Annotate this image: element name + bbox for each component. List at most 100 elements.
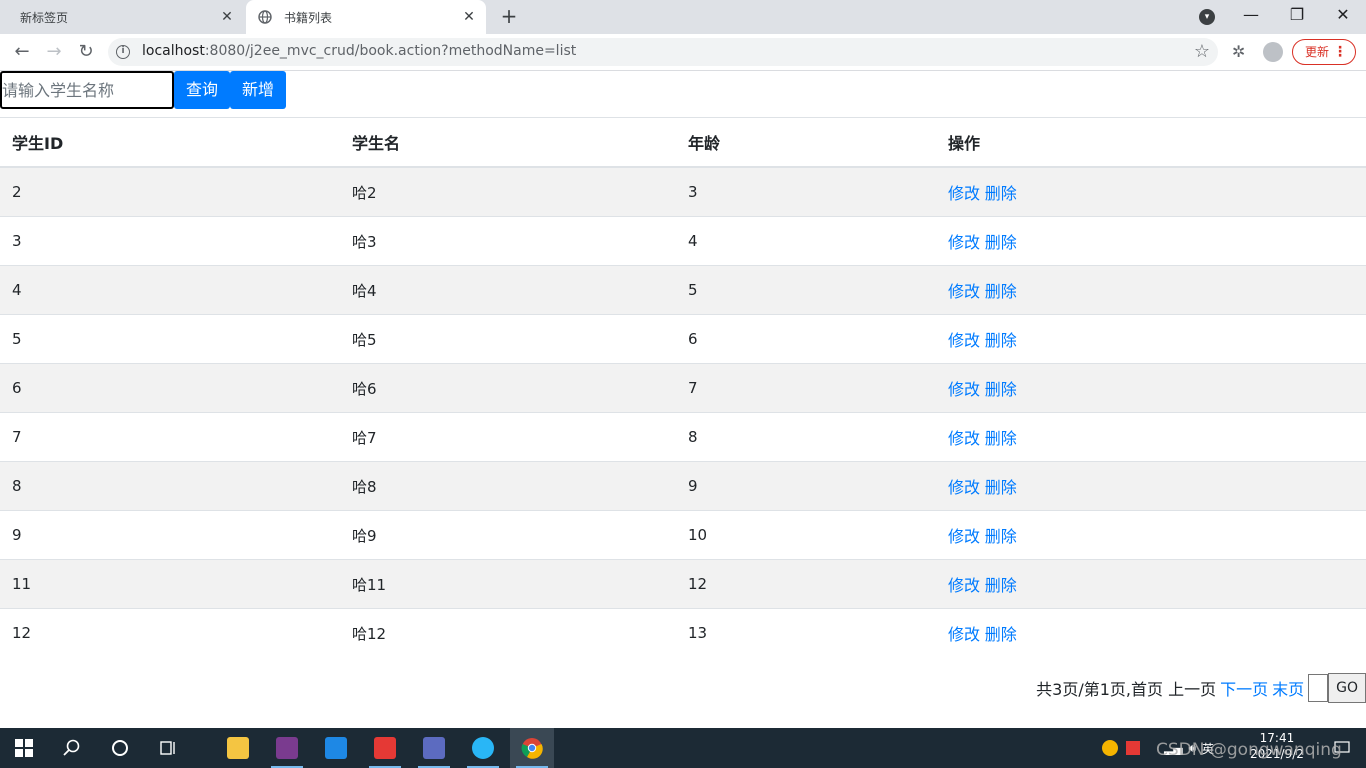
cell-actions: 修改 删除 — [936, 559, 1366, 609]
search-icon[interactable] — [50, 728, 94, 768]
file-explorer-icon[interactable] — [216, 728, 260, 768]
cell-id: 11 — [0, 559, 340, 609]
winrar-icon[interactable] — [412, 728, 456, 768]
edit-link[interactable]: 修改 — [948, 331, 980, 350]
new-tab-button[interactable]: + — [498, 6, 520, 28]
profile-avatar-icon[interactable] — [1263, 42, 1283, 62]
add-button[interactable]: 新增 — [230, 71, 287, 109]
cell-actions: 修改 删除 — [936, 265, 1366, 315]
chrome-icon[interactable] — [510, 728, 554, 768]
delete-link[interactable]: 删除 — [985, 233, 1017, 252]
cell-age: 9 — [676, 461, 936, 511]
cell-age: 8 — [676, 412, 936, 462]
edit-link[interactable]: 修改 — [948, 233, 980, 252]
back-icon[interactable]: ← — [10, 40, 34, 64]
forward-icon[interactable]: → — [42, 40, 66, 64]
cortana-icon[interactable] — [98, 728, 142, 768]
table-row: 9 哈9 10 修改 删除 — [0, 510, 1366, 560]
eclipse-icon[interactable] — [461, 728, 505, 768]
xmind-icon[interactable] — [363, 728, 407, 768]
edit-link[interactable]: 修改 — [948, 527, 980, 546]
tab-new-tab[interactable]: 新标签页 ✕ — [8, 0, 244, 34]
edit-link[interactable]: 修改 — [948, 282, 980, 301]
windows-logo-icon — [15, 739, 33, 757]
update-button[interactable]: 更新 ⋮ — [1292, 39, 1356, 65]
edit-link[interactable]: 修改 — [948, 429, 980, 448]
delete-link[interactable]: 删除 — [985, 184, 1017, 203]
delete-link[interactable]: 删除 — [985, 576, 1017, 595]
pagination-summary: 共3页/第1页,首页 上一页 — [1036, 680, 1217, 699]
close-window-icon[interactable]: ✕ — [1320, 0, 1366, 34]
address-bar[interactable]: i localhost:8080/j2ee_mvc_crud/book.acti… — [108, 38, 1218, 66]
extensions-icon[interactable]: ✲ — [1232, 42, 1245, 61]
delete-link[interactable]: 删除 — [985, 282, 1017, 301]
go-button[interactable]: GO — [1328, 673, 1366, 703]
cell-name: 哈2 — [340, 166, 676, 217]
tab-search-icon[interactable]: ▾ — [1199, 9, 1215, 25]
table-row: 12 哈12 13 修改 删除 — [0, 608, 1366, 657]
cell-id: 5 — [0, 314, 340, 364]
cell-actions: 修改 删除 — [936, 461, 1366, 511]
tab-book-list[interactable]: 书籍列表 ✕ — [246, 0, 486, 34]
delete-link[interactable]: 删除 — [985, 331, 1017, 350]
url-host: localhost — [142, 43, 205, 59]
qq-icon[interactable] — [1102, 740, 1118, 756]
close-tab-icon[interactable]: ✕ — [460, 8, 478, 26]
close-tab-icon[interactable]: ✕ — [218, 8, 236, 26]
page-number-input[interactable] — [1308, 674, 1329, 702]
cell-name: 哈9 — [340, 510, 676, 560]
cell-age: 5 — [676, 265, 936, 315]
tray-app-icon[interactable] — [1126, 741, 1140, 755]
start-button[interactable] — [2, 728, 46, 768]
delete-link[interactable]: 删除 — [985, 527, 1017, 546]
edit-link[interactable]: 修改 — [948, 380, 980, 399]
cell-id: 8 — [0, 461, 340, 511]
cell-actions: 修改 删除 — [936, 510, 1366, 560]
cell-actions: 修改 删除 — [936, 314, 1366, 364]
last-page-link[interactable]: 末页 — [1272, 676, 1304, 700]
cell-name: 哈5 — [340, 314, 676, 364]
delete-link[interactable]: 删除 — [985, 478, 1017, 497]
table-row: 5 哈5 6 修改 删除 — [0, 314, 1366, 364]
delete-link[interactable]: 删除 — [985, 429, 1017, 448]
query-button[interactable]: 查询 — [174, 71, 231, 109]
table-header-row: 学生ID 学生名 年龄 操作 — [0, 117, 1366, 168]
media-player-icon[interactable] — [314, 728, 358, 768]
delete-link[interactable]: 删除 — [985, 625, 1017, 644]
cell-name: 哈12 — [340, 608, 676, 657]
header-actions: 操作 — [936, 117, 1366, 168]
task-view-icon[interactable] — [146, 728, 190, 768]
search-bar: 查询 新增 — [0, 71, 287, 109]
minimize-icon[interactable]: — — [1228, 0, 1274, 34]
globe-icon — [258, 10, 272, 24]
cell-actions: 修改 删除 — [936, 216, 1366, 266]
cell-id: 4 — [0, 265, 340, 315]
table-row: 11 哈11 12 修改 删除 — [0, 559, 1366, 609]
pagination: 共3页/第1页,首页 上一页 下一页 末页 GO — [1036, 673, 1366, 703]
url-text[interactable]: localhost:8080/j2ee_mvc_crud/book.action… — [142, 43, 576, 59]
cell-age: 4 — [676, 216, 936, 266]
header-student-name: 学生名 — [340, 117, 676, 168]
reload-icon[interactable]: ↻ — [74, 40, 98, 64]
cell-name: 哈8 — [340, 461, 676, 511]
cell-age: 10 — [676, 510, 936, 560]
cell-id: 6 — [0, 363, 340, 413]
cell-name: 哈4 — [340, 265, 676, 315]
cell-id: 7 — [0, 412, 340, 462]
header-student-id: 学生ID — [0, 117, 340, 168]
next-page-link[interactable]: 下一页 — [1220, 676, 1268, 700]
watermark: CSDN @gongwanqing — [1156, 740, 1342, 760]
delete-link[interactable]: 删除 — [985, 380, 1017, 399]
edit-link[interactable]: 修改 — [948, 478, 980, 497]
student-name-search-input[interactable] — [0, 71, 174, 109]
bookmark-star-icon[interactable]: ☆ — [1194, 41, 1210, 62]
site-info-icon[interactable]: i — [116, 45, 130, 59]
edit-link[interactable]: 修改 — [948, 625, 980, 644]
browser-toolbar: ← → ↻ i localhost:8080/j2ee_mvc_crud/boo… — [0, 34, 1366, 71]
cell-actions: 修改 删除 — [936, 608, 1366, 657]
intellij-idea-icon[interactable] — [265, 728, 309, 768]
restore-icon[interactable]: ❐ — [1274, 0, 1320, 34]
edit-link[interactable]: 修改 — [948, 184, 980, 203]
edit-link[interactable]: 修改 — [948, 576, 980, 595]
tab-title: 新标签页 — [20, 10, 69, 25]
